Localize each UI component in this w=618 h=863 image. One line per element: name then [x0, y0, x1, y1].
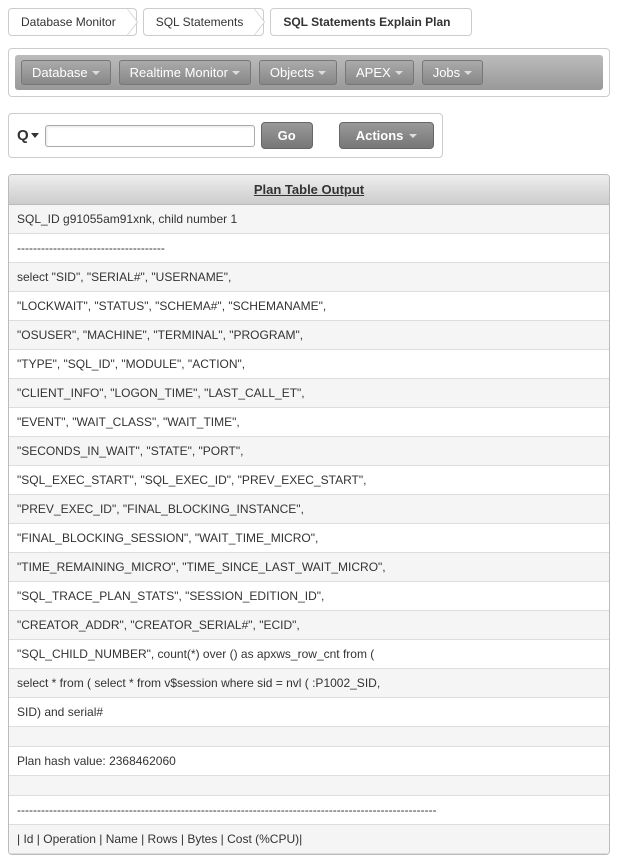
- chevron-down-icon: [318, 71, 326, 75]
- plan-output-row: -------------------------------------: [9, 234, 609, 263]
- menu-apex[interactable]: APEX: [345, 60, 414, 85]
- plan-output-row: "FINAL_BLOCKING_SESSION", "WAIT_TIME_MIC…: [9, 524, 609, 553]
- plan-output-row: select "SID", "SERIAL#", "USERNAME",: [9, 263, 609, 292]
- actions-button[interactable]: Actions: [339, 122, 435, 149]
- plan-output-row: | Id | Operation | Name | Rows | Bytes |…: [9, 825, 609, 854]
- plan-output-row: "SQL_CHILD_NUMBER", count(*) over () as …: [9, 640, 609, 669]
- plan-output-row: "PREV_EXEC_ID", "FINAL_BLOCKING_INSTANCE…: [9, 495, 609, 524]
- menu-label: APEX: [356, 65, 391, 80]
- search-toolbar: Q Go Actions: [8, 113, 443, 158]
- plan-output-row: ----------------------------------------…: [9, 796, 609, 825]
- plan-output-row: select * from ( select * from v$session …: [9, 669, 609, 698]
- menu-database[interactable]: Database: [21, 60, 111, 85]
- chevron-down-icon: [232, 71, 240, 75]
- search-input[interactable]: [45, 125, 255, 147]
- plan-output-row: "SQL_EXEC_START", "SQL_EXEC_ID", "PREV_E…: [9, 466, 609, 495]
- chevron-down-icon: [31, 133, 39, 138]
- chevron-down-icon: [395, 71, 403, 75]
- menu-label: Database: [32, 65, 88, 80]
- chevron-down-icon: [409, 134, 417, 138]
- plan-output-row: "SECONDS_IN_WAIT", "STATE", "PORT",: [9, 437, 609, 466]
- chevron-down-icon: [92, 71, 100, 75]
- go-button[interactable]: Go: [261, 122, 313, 149]
- plan-output-row: "TIME_REMAINING_MICRO", "TIME_SINCE_LAST…: [9, 553, 609, 582]
- plan-output-row: "CREATOR_ADDR", "CREATOR_SERIAL#", "ECID…: [9, 611, 609, 640]
- plan-output-row: "OSUSER", "MACHINE", "TERMINAL", "PROGRA…: [9, 321, 609, 350]
- search-icon[interactable]: Q: [17, 127, 39, 144]
- plan-output-row: SID) and serial#: [9, 698, 609, 727]
- plan-table-header[interactable]: Plan Table Output: [9, 175, 609, 205]
- menubar-container: Database Realtime Monitor Objects APEX J…: [8, 48, 610, 97]
- breadcrumb-item-explain-plan[interactable]: SQL Statements Explain Plan: [270, 8, 471, 36]
- plan-output-row: "LOCKWAIT", "STATUS", "SCHEMA#", "SCHEMA…: [9, 292, 609, 321]
- plan-output-row: "SQL_TRACE_PLAN_STATS", "SESSION_EDITION…: [9, 582, 609, 611]
- chevron-down-icon: [464, 71, 472, 75]
- plan-table-output: Plan Table Output SQL_ID g91055am91xnk, …: [8, 174, 610, 855]
- plan-output-row: SQL_ID g91055am91xnk, child number 1: [9, 205, 609, 234]
- actions-label: Actions: [356, 128, 404, 143]
- menu-label: Objects: [270, 65, 314, 80]
- menu-realtime-monitor[interactable]: Realtime Monitor: [119, 60, 251, 85]
- menu-objects[interactable]: Objects: [259, 60, 337, 85]
- breadcrumb: Database Monitor SQL Statements SQL Stat…: [8, 8, 610, 36]
- menubar: Database Realtime Monitor Objects APEX J…: [15, 55, 603, 90]
- plan-output-row: "TYPE", "SQL_ID", "MODULE", "ACTION",: [9, 350, 609, 379]
- breadcrumb-item-db-monitor[interactable]: Database Monitor: [8, 8, 137, 36]
- plan-output-row: "CLIENT_INFO", "LOGON_TIME", "LAST_CALL_…: [9, 379, 609, 408]
- plan-output-row: [9, 727, 609, 747]
- menu-label: Jobs: [433, 65, 460, 80]
- menu-jobs[interactable]: Jobs: [422, 60, 483, 85]
- menu-label: Realtime Monitor: [130, 65, 228, 80]
- plan-output-row: [9, 776, 609, 796]
- breadcrumb-item-sql-statements[interactable]: SQL Statements: [143, 8, 265, 36]
- plan-output-row: Plan hash value: 2368462060: [9, 747, 609, 776]
- plan-output-row: "EVENT", "WAIT_CLASS", "WAIT_TIME",: [9, 408, 609, 437]
